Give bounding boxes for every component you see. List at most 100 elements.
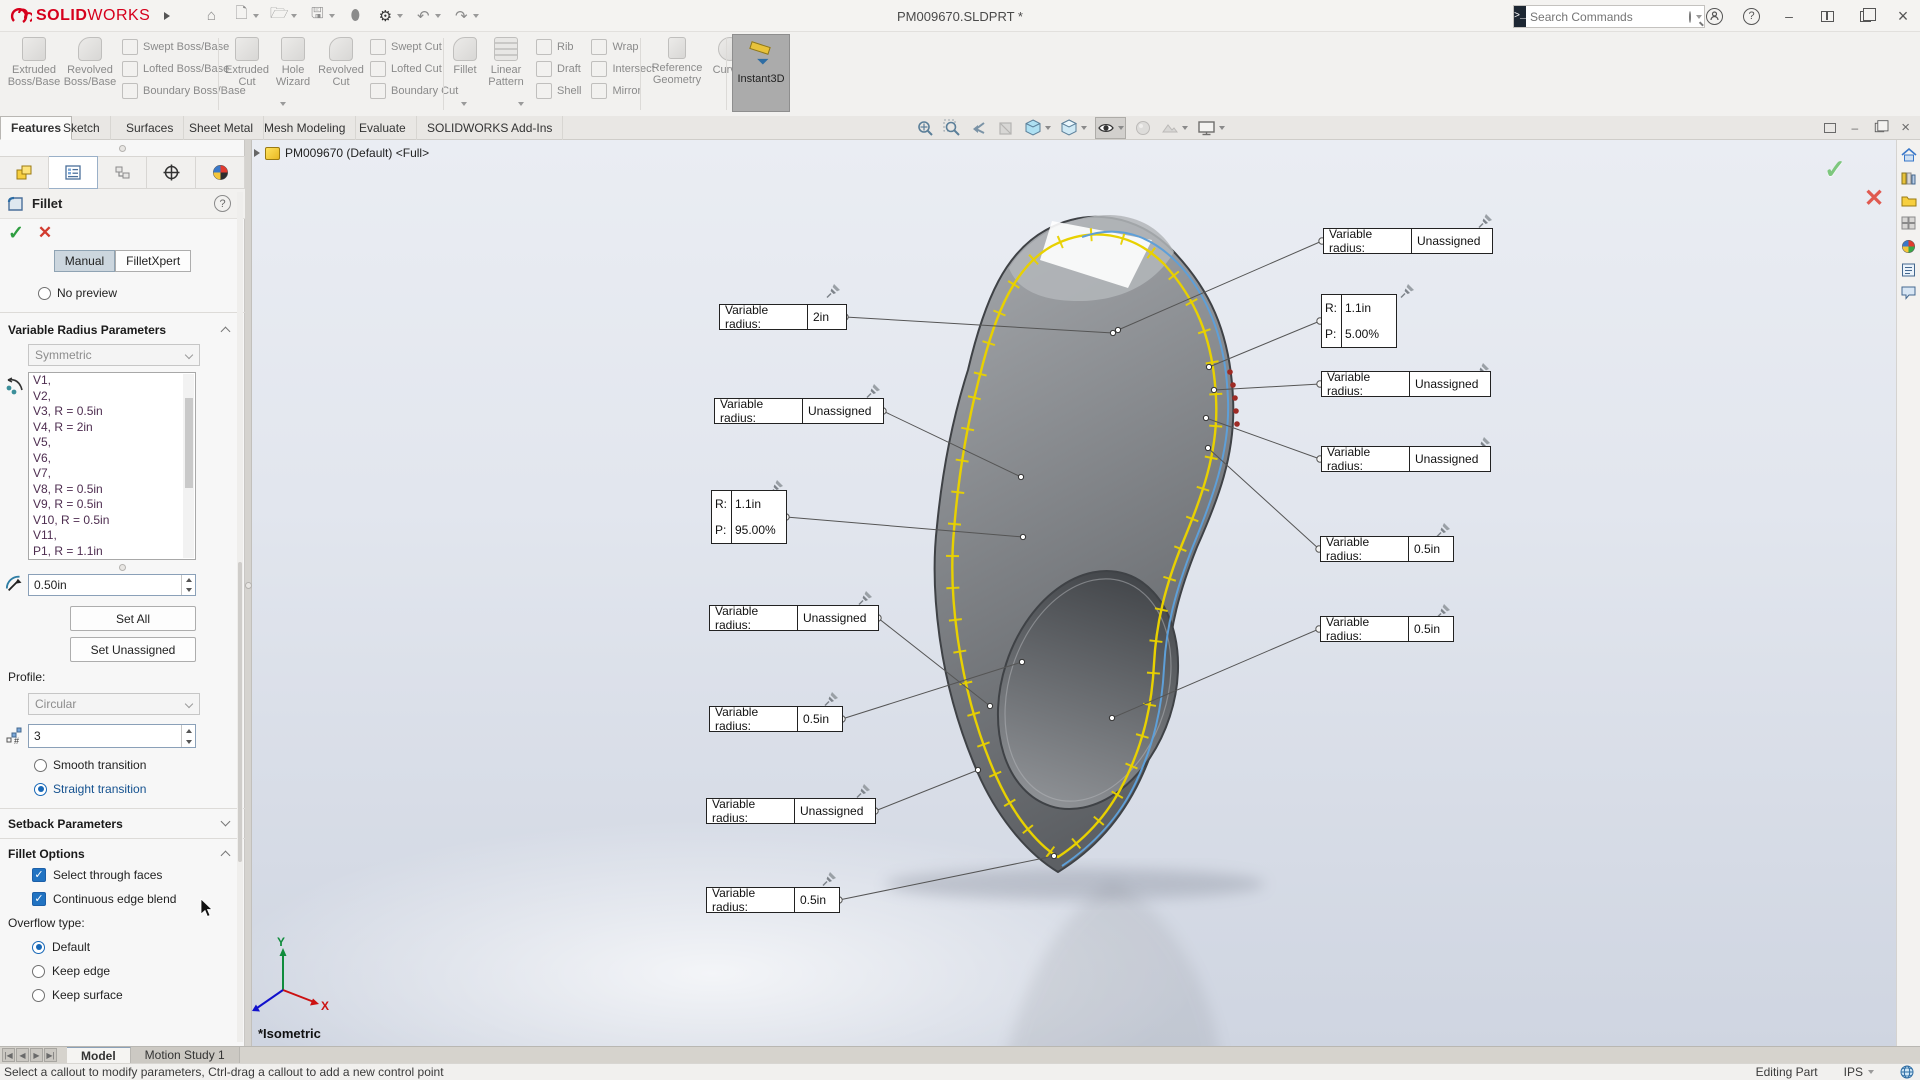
list-item[interactable]: V6, <box>29 451 195 467</box>
home-tab-icon[interactable] <box>1900 148 1917 162</box>
tab-propertymanager[interactable] <box>49 156 98 189</box>
panel-splitter[interactable] <box>245 140 252 1046</box>
list-scrollbar[interactable] <box>183 374 194 558</box>
list-item[interactable]: P1, R = 1.1in <box>29 544 195 560</box>
previous-view-button[interactable] <box>969 117 989 139</box>
callout-value[interactable]: 0.5in <box>798 707 842 731</box>
tab-mesh-modeling[interactable]: Mesh Modeling <box>254 116 357 140</box>
instance-count-spinner[interactable] <box>181 725 195 747</box>
radius-position-callout[interactable]: R: P: 1.1in 5.00% <box>1321 294 1397 348</box>
lofted-cut-button[interactable]: Lofted Cut <box>370 61 458 77</box>
display-style-caret[interactable] <box>1081 126 1087 130</box>
view-settings-button[interactable] <box>1196 117 1226 139</box>
motion-study-tab[interactable]: Motion Study 1 <box>130 1047 240 1063</box>
variable-radius-callout[interactable]: Variable radius: Unassigned <box>1321 370 1491 398</box>
callout-value[interactable]: Unassigned <box>795 799 875 823</box>
revolved-boss-button[interactable]: Revolved Boss/Base <box>62 32 118 88</box>
list-item[interactable]: V1, <box>29 373 195 389</box>
rib-button[interactable]: Rib <box>536 39 581 55</box>
part-body[interactable] <box>933 215 1235 873</box>
confirmation-ok-button[interactable]: ✓ <box>1824 154 1846 185</box>
model-tab[interactable]: Model <box>67 1047 131 1063</box>
tab-surfaces[interactable]: Surfaces <box>116 116 185 140</box>
list-item[interactable]: V11, <box>29 528 195 544</box>
callout-value[interactable]: 0.5in <box>795 888 839 912</box>
set-unassigned-button[interactable]: Set Unassigned <box>70 637 196 662</box>
3dexperience-button[interactable]: ⬮ <box>342 4 368 28</box>
variable-radius-callout[interactable]: Variable radius: Unassigned <box>1323 227 1493 255</box>
reference-geometry-button[interactable]: Reference Geometry <box>646 32 708 86</box>
variable-radius-callout[interactable]: Variable radius: 2in <box>719 303 847 331</box>
confirmation-cancel-button[interactable]: ✕ <box>1864 184 1884 213</box>
save-button[interactable]: 🖫 <box>304 4 338 28</box>
view-orientation-caret[interactable] <box>1045 126 1051 130</box>
hide-show-items-button[interactable] <box>1095 117 1126 139</box>
fillet-options-header[interactable]: Fillet Options <box>0 842 245 866</box>
tab-sheet-metal[interactable]: Sheet Metal <box>179 116 265 140</box>
variable-radius-callout[interactable]: Variable radius: 0.5in <box>709 705 843 733</box>
tab-featuremanager-tree[interactable] <box>0 156 49 189</box>
draft-button[interactable]: Draft <box>536 61 581 77</box>
ok-button[interactable]: ✓ <box>8 222 24 245</box>
doc-close-icon[interactable]: × <box>1901 119 1910 136</box>
callout-value[interactable]: Unassigned <box>798 606 878 630</box>
graphics-area[interactable]: Y X Z PM009670 (Default) <Full> ✓ ✕ Vari… <box>252 140 1896 1046</box>
tab-dimxpert-manager[interactable] <box>147 156 196 189</box>
shell-button[interactable]: Shell <box>536 83 581 99</box>
overflow-default-radio[interactable] <box>32 940 45 954</box>
list-item[interactable]: V7, <box>29 466 195 482</box>
tree-expand-icon[interactable] <box>254 149 260 157</box>
filletxpert-tab[interactable]: FilletXpert <box>115 250 192 272</box>
callout-value[interactable]: 2in <box>808 305 846 329</box>
model-control-points[interactable] <box>974 326 1218 860</box>
split-window-button[interactable] <box>1818 7 1836 25</box>
last-tab-button[interactable]: ▶| <box>44 1048 57 1062</box>
linear-pattern-button[interactable]: Linear Pattern <box>482 32 530 88</box>
boundary-cut-button[interactable]: Boundary Cut <box>370 83 458 99</box>
radius-value[interactable]: 1.1in <box>1342 295 1396 321</box>
list-item[interactable]: V2, <box>29 389 195 405</box>
list-item[interactable]: V3, R = 0.5in <box>29 404 195 420</box>
prev-tab-button[interactable]: ◀ <box>16 1048 29 1062</box>
manual-tab[interactable]: Manual <box>53 250 116 272</box>
callout-value[interactable]: Unassigned <box>1412 229 1492 253</box>
custom-properties-icon[interactable] <box>1901 263 1916 277</box>
help-icon[interactable]: ? <box>1743 7 1760 25</box>
fillet-dropdown-caret[interactable] <box>461 102 467 106</box>
undo-button[interactable]: ↶ <box>410 4 444 28</box>
search-input[interactable] <box>1526 9 1690 24</box>
tab-evaluate[interactable]: Evaluate <box>349 116 417 140</box>
forum-tab-icon[interactable] <box>1901 286 1916 300</box>
list-item[interactable]: V9, R = 0.5in <box>29 497 195 513</box>
variable-radius-callout[interactable]: Variable radius: Unassigned <box>714 397 884 425</box>
position-value[interactable]: 95.00% <box>732 517 786 543</box>
cancel-button[interactable]: ✕ <box>38 223 52 243</box>
redo-button[interactable]: ↷ <box>448 4 482 28</box>
instance-count-field[interactable] <box>28 724 196 748</box>
first-tab-button[interactable]: |◀ <box>2 1048 15 1062</box>
vertex-list[interactable]: V1, V2, V3, R = 0.5in V4, R = 2in V5, V6… <box>28 372 196 560</box>
variable-radius-callout[interactable]: Variable radius: 0.5in <box>1320 535 1454 563</box>
instance-count-input[interactable] <box>29 725 195 747</box>
instant3d-button[interactable]: Instant3D <box>732 34 790 112</box>
next-tab-button[interactable]: ▶ <box>30 1048 43 1062</box>
panel-help-icon[interactable]: ? <box>214 195 231 212</box>
zoom-to-fit-button[interactable] <box>915 117 935 139</box>
hide-show-caret[interactable] <box>1118 126 1124 130</box>
globe-icon[interactable] <box>1900 1065 1914 1079</box>
edit-appearance-button[interactable] <box>1133 117 1153 139</box>
smooth-transition-radio[interactable] <box>34 758 47 772</box>
select-through-faces-checkbox[interactable]: ✓ <box>32 868 46 882</box>
home-button[interactable]: ⌂ <box>198 4 224 28</box>
set-all-button[interactable]: Set All <box>70 606 196 631</box>
radius-position-callout[interactable]: R: P: 1.1in 95.00% <box>711 490 787 544</box>
list-item[interactable]: V10, R = 0.5in <box>29 513 195 529</box>
callout-value[interactable]: Unassigned <box>803 399 883 423</box>
list-resize-handle[interactable] <box>119 564 126 571</box>
design-library-icon[interactable] <box>1901 171 1916 185</box>
tab-solidworks-addins[interactable]: SOLIDWORKS Add-Ins <box>417 116 564 140</box>
selected-edge-yellow[interactable] <box>951 233 1218 859</box>
unit-system-selector[interactable]: IPS <box>1844 1065 1874 1079</box>
profile-dropdown[interactable]: Circular <box>28 693 200 715</box>
symmetry-dropdown[interactable]: Symmetric <box>28 344 200 366</box>
